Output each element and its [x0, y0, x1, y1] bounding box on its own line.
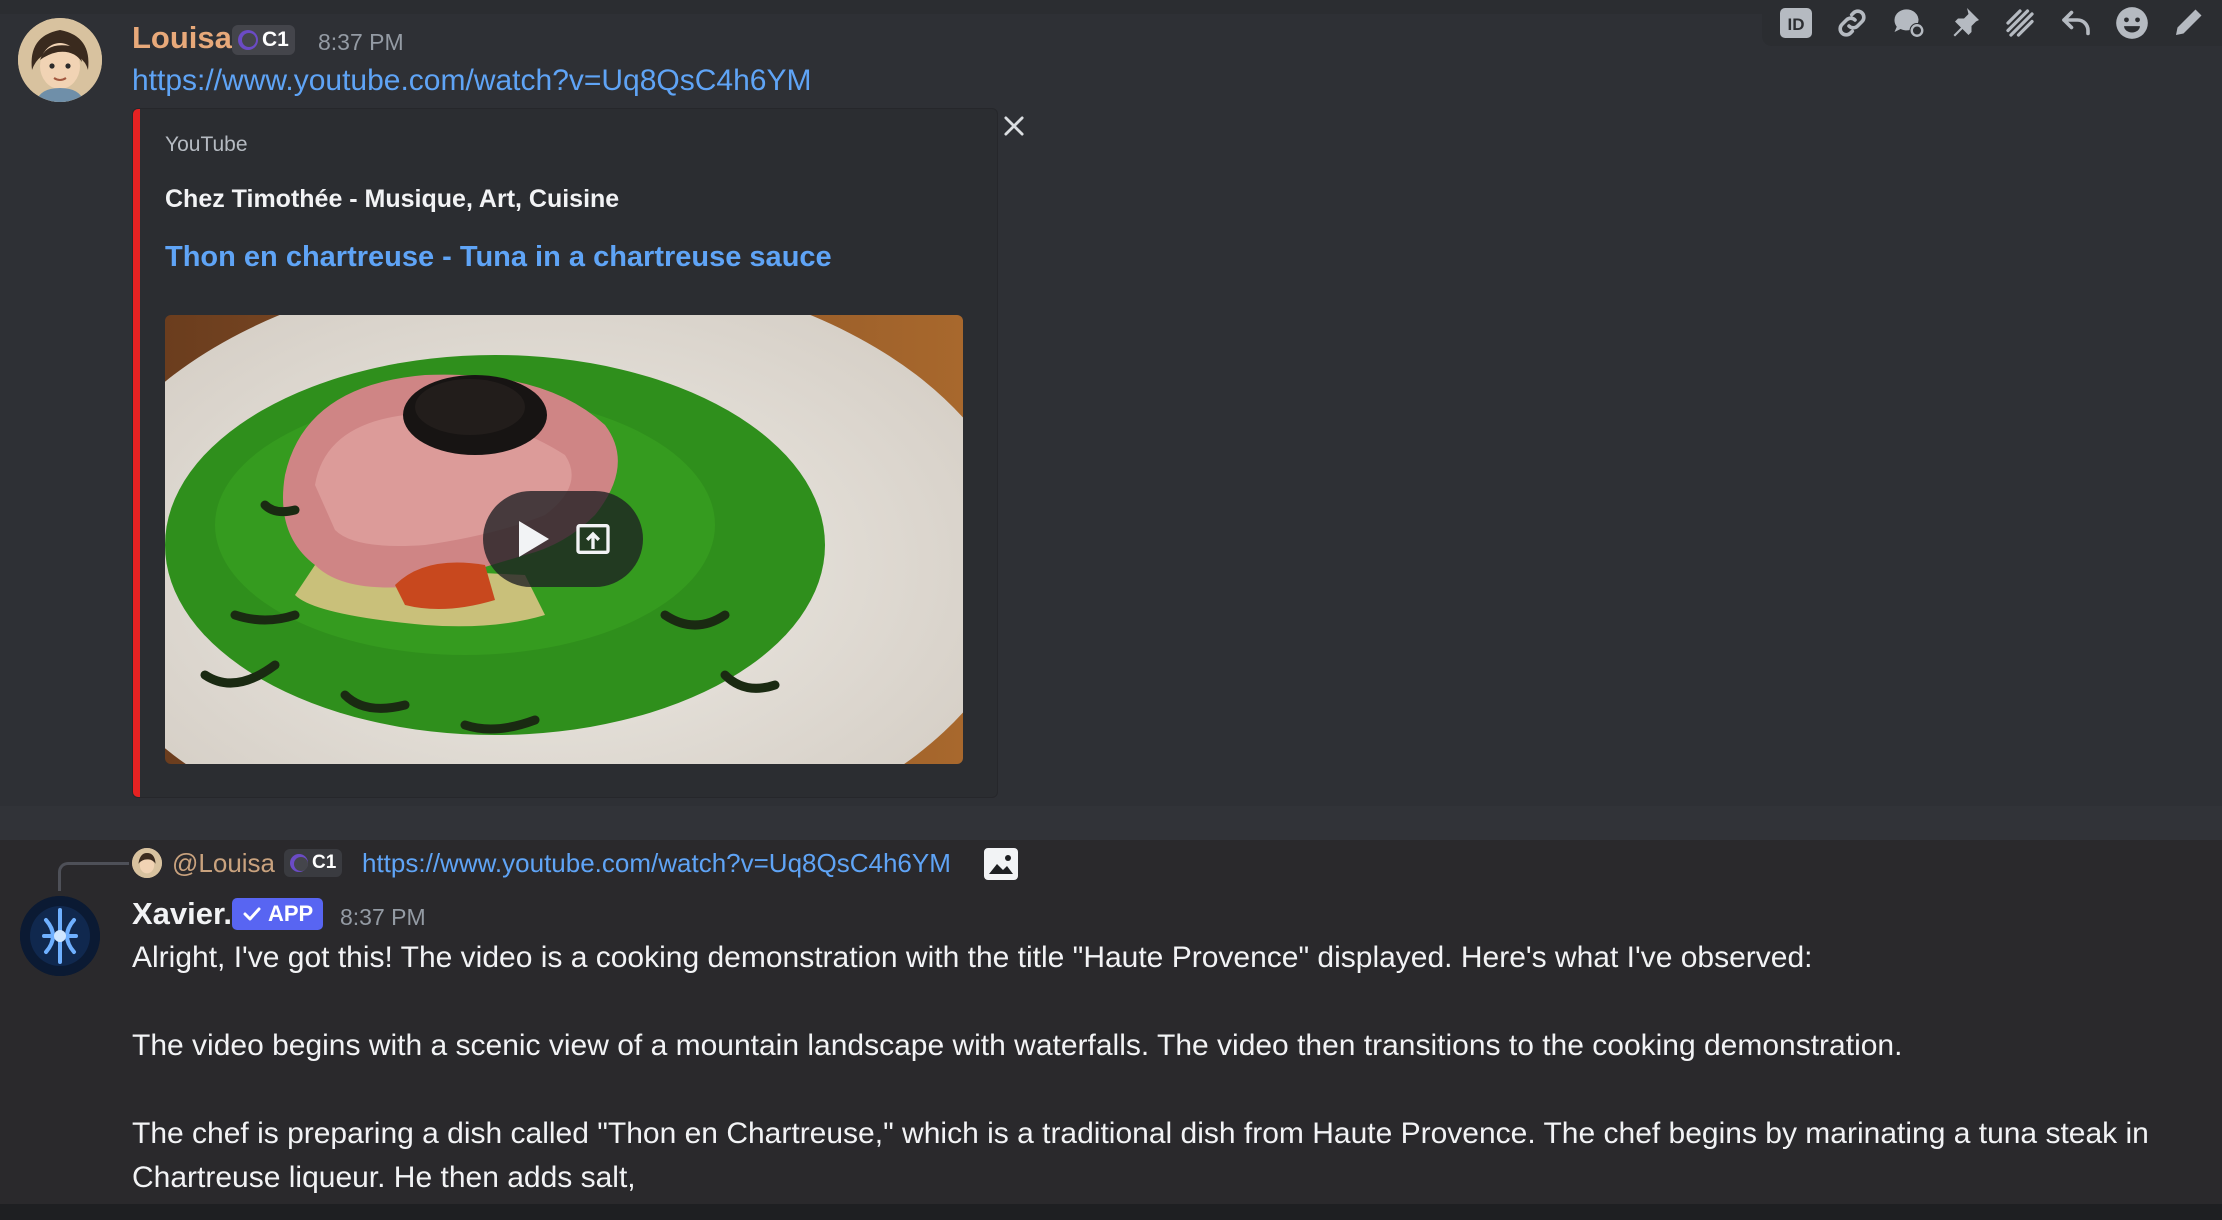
app-badge: APP — [232, 898, 324, 930]
reply-connector — [58, 862, 129, 891]
reply-icon[interactable] — [2056, 3, 2096, 43]
play-icon — [519, 521, 549, 557]
video-thumbnail[interactable] — [165, 315, 963, 764]
embed-title-link[interactable]: Thon en chartreuse - Tuna in a chartreus… — [165, 241, 832, 274]
bot-avatar[interactable] — [20, 896, 100, 976]
bot-username[interactable]: Xavier. — [132, 896, 232, 932]
emoji-icon[interactable] — [2112, 3, 2152, 43]
embed-author[interactable]: Chez Timothée - Musique, Art, Cuisine — [165, 185, 619, 214]
reply-role-badge: C1 — [284, 849, 343, 877]
message-paragraph: Chartreuse liqueur. He then adds salt, — [132, 1161, 636, 1194]
message-paragraph: The video begins with a scenic view of a… — [132, 1029, 1903, 1062]
app-badge-label: APP — [268, 901, 314, 926]
svg-text:ID: ID — [1788, 15, 1805, 34]
link-icon[interactable] — [1832, 3, 1872, 43]
image-icon — [984, 848, 1018, 880]
bottom-divider — [0, 1204, 2222, 1220]
message-separator — [0, 806, 2222, 840]
avatar[interactable] — [18, 18, 102, 102]
forum-icon[interactable] — [2000, 3, 2040, 43]
role-badge[interactable]: C1 — [232, 25, 295, 55]
embed-accent-bar — [133, 109, 140, 797]
play-button[interactable] — [483, 491, 643, 587]
reply-username[interactable]: @Louisa — [172, 848, 275, 879]
moon-icon — [290, 854, 308, 872]
message-action-toolbar: ID — [1762, 0, 2222, 46]
moon-icon — [238, 30, 258, 50]
timestamp[interactable]: 8:37 PM — [318, 29, 404, 56]
reply-role-badge-label: C1 — [312, 852, 337, 873]
embed-provider[interactable]: YouTube — [165, 133, 248, 157]
username[interactable]: Louisa — [132, 20, 232, 56]
open-external-icon[interactable] — [573, 519, 613, 559]
message-paragraph: The chef is preparing a dish called "Tho… — [132, 1117, 2149, 1150]
reply-preview-link[interactable]: https://www.youtube.com/watch?v=Uq8QsC4h… — [362, 848, 951, 879]
message-link[interactable]: https://www.youtube.com/watch?v=Uq8QsC4h… — [132, 64, 811, 98]
edit-icon[interactable] — [2168, 3, 2208, 43]
message-paragraph: Alright, I've got this! The video is a c… — [132, 941, 1813, 974]
role-badge-label: C1 — [262, 28, 289, 51]
close-embed-icon[interactable] — [1000, 112, 1028, 140]
pin-icon[interactable] — [1944, 3, 1984, 43]
reply-avatar[interactable] — [132, 848, 162, 878]
bot-timestamp[interactable]: 8:37 PM — [340, 904, 426, 931]
thread-icon[interactable] — [1888, 3, 1928, 43]
id-icon[interactable]: ID — [1776, 3, 1816, 43]
checkmark-icon — [243, 907, 261, 921]
youtube-embed: YouTube Chez Timothée - Musique, Art, Cu… — [132, 108, 998, 798]
